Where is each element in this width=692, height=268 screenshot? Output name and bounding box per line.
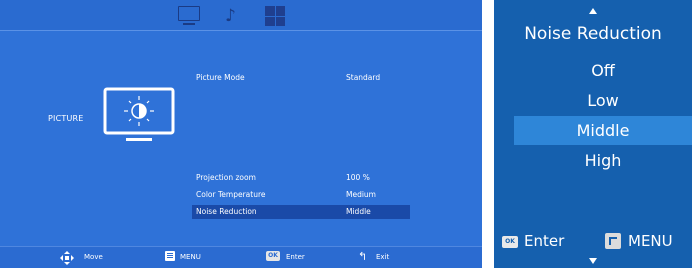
option-low[interactable]: Low <box>514 86 692 115</box>
row-label: Projection zoom <box>196 173 256 182</box>
option-off[interactable]: Off <box>514 56 692 85</box>
hint-enter-label: Enter <box>286 253 305 261</box>
row-value: Middle <box>346 207 371 216</box>
tv-icon[interactable] <box>178 6 200 25</box>
submenu-title: Noise Reduction <box>524 24 662 44</box>
music-note-icon[interactable]: ♪ <box>225 6 237 26</box>
row-label: Color Temperature <box>196 190 266 199</box>
option-high[interactable]: High <box>514 146 692 175</box>
hint-exit-label: Exit <box>376 253 390 261</box>
osd-top-bar <box>0 0 482 30</box>
menu-icon <box>165 251 175 261</box>
noise-reduction-submenu: Noise Reduction Off Low Middle High OK E… <box>494 0 692 268</box>
divider <box>0 30 482 31</box>
row-label: Picture Mode <box>196 73 245 82</box>
menu-row-noise-reduction[interactable]: Noise Reduction Middle <box>192 205 410 219</box>
menu-row-color-temperature[interactable]: Color Temperature Medium <box>192 188 410 202</box>
category-label: PICTURE <box>48 114 84 123</box>
picture-icon <box>103 87 175 141</box>
scroll-up-icon[interactable] <box>589 8 597 14</box>
row-value: Standard <box>346 73 381 82</box>
move-arrows-icon <box>60 251 74 265</box>
ok-icon: OK <box>502 236 518 248</box>
hint-bar: Move MENU OK Enter ↰ Exit <box>0 246 482 268</box>
ok-icon: OK <box>266 251 280 261</box>
hint-menu-label: MENU <box>628 232 673 250</box>
hint-enter-label: Enter <box>524 232 565 250</box>
scroll-down-icon[interactable] <box>589 258 597 264</box>
hint-menu-label: MENU <box>180 253 201 261</box>
menu-row-picture-mode[interactable]: Picture Mode Standard <box>192 71 410 85</box>
row-label: Noise Reduction <box>196 207 257 216</box>
menu-row-projection-zoom[interactable]: Projection zoom 100 % <box>192 171 410 185</box>
picture-settings-osd: ♪ PICTURE Picture Mode Standard Projecti… <box>0 0 482 268</box>
grid-icon[interactable] <box>265 6 285 26</box>
row-value: 100 % <box>346 173 370 182</box>
menu-icon <box>605 233 621 249</box>
row-value: Medium <box>346 190 376 199</box>
option-middle[interactable]: Middle <box>514 116 692 145</box>
exit-icon: ↰ <box>358 250 368 263</box>
hint-move-label: Move <box>84 253 103 261</box>
